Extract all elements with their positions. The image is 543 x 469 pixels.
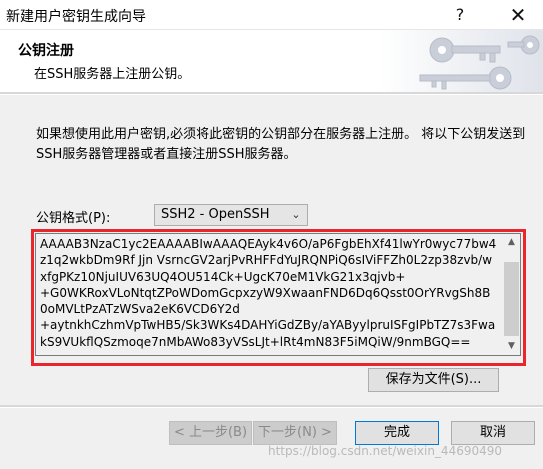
close-button[interactable]: ✕ [496, 0, 540, 30]
header-divider [0, 92, 543, 95]
back-button[interactable]: < 上一步(B) [169, 421, 252, 445]
public-key-text: AAAAB3NzaC1yc2EAAAABIwAAAQEAyk4v6O/aP6Fg… [40, 237, 497, 349]
keys-icon [380, 30, 543, 92]
window-title: 新建用户密钥生成向导 [6, 9, 146, 25]
title-bar: 新建用户密钥生成向导 ? ✕ [0, 0, 543, 30]
scroll-thumb[interactable] [504, 262, 519, 336]
next-button[interactable]: 下一步(N) > [253, 421, 337, 445]
instruction-text: 如果想使用此用户密钥,必须将此密钥的公钥部分在服务器上注册。 将以下公钥发送到S… [36, 127, 526, 162]
footer-divider [0, 405, 543, 408]
format-select-value: SSH2 - OpenSSH [161, 207, 270, 222]
vertical-scrollbar[interactable]: ▲ ▼ [503, 234, 520, 355]
chevron-down-icon: ⌄ [291, 208, 301, 221]
help-button[interactable]: ? [440, 0, 480, 30]
public-key-textarea[interactable]: AAAAB3NzaC1yc2EAAAABIwAAAQEAyk4v6O/aP6Fg… [35, 233, 521, 356]
wizard-header: 公钥注册 在SSH服务器上注册公钥。 [0, 30, 543, 92]
format-label: 公钥格式(P): [36, 211, 111, 226]
page-title: 公钥注册 [18, 43, 74, 59]
watermark: https://blog.csdn.net/weixin_44690490 [268, 444, 503, 458]
format-select[interactable]: SSH2 - OpenSSH ⌄ [154, 204, 308, 226]
save-to-file-button[interactable]: 保存为文件(S)... [368, 368, 499, 392]
finish-button[interactable]: 完成 [355, 421, 439, 445]
cancel-button[interactable]: 取消 [451, 421, 535, 445]
scroll-down-icon[interactable]: ▼ [503, 338, 520, 355]
page-subtitle: 在SSH服务器上注册公钥。 [34, 67, 191, 82]
key-wizard-window: 新建用户密钥生成向导 ? ✕ 公钥注册 在SSH服务器上注册公钥。 如果想使用此… [0, 0, 543, 469]
scroll-up-icon[interactable]: ▲ [503, 234, 520, 251]
